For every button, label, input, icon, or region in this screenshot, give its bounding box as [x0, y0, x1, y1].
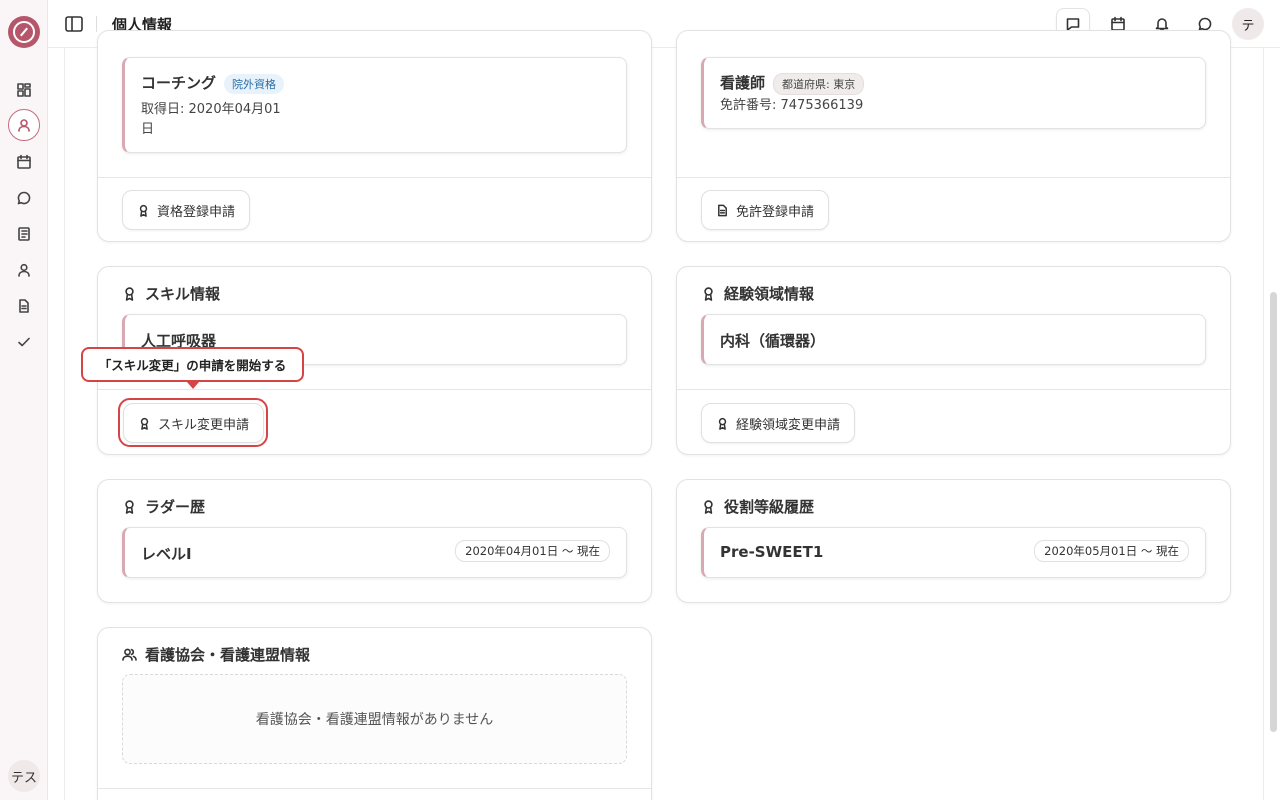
- role-item-title: Pre-SWEET1: [720, 543, 824, 561]
- skill-card-title-text: スキル情報: [145, 285, 221, 303]
- check-icon[interactable]: [12, 330, 36, 354]
- user-profile-icon[interactable]: [8, 109, 40, 141]
- user-badge[interactable]: テス: [8, 760, 40, 792]
- association-card-title: 看護協会・看護連盟情報: [122, 644, 310, 665]
- ladder-card-title: ラダー歴: [122, 496, 205, 517]
- license-number: 免許番号: 7475366139: [720, 98, 864, 113]
- award-icon: [704, 500, 713, 514]
- sidebar: テス: [0, 0, 48, 800]
- card-divider: [677, 389, 1230, 390]
- ladder-item-title: レベルI: [141, 545, 192, 563]
- book-icon[interactable]: [12, 222, 36, 246]
- sidebar-toggle-icon[interactable]: [62, 12, 86, 36]
- association-card-title-text: 看護協会・看護連盟情報: [145, 646, 311, 664]
- scrollbar[interactable]: [1270, 292, 1277, 732]
- award-icon: [125, 287, 134, 301]
- license-request-label: 免許登録申請: [736, 204, 815, 220]
- user-avatar[interactable]: テ: [1232, 8, 1264, 40]
- role-item: Pre-SWEET1 2020年05月01日 〜 現在: [701, 527, 1206, 578]
- license-item-title: 看護師 都道府県: 東京: [720, 72, 865, 95]
- card-divider: [98, 177, 651, 178]
- qualification-request-label: 資格登録申請: [157, 204, 236, 220]
- ladder-item: レベルI 2020年04月01日 〜 現在: [122, 527, 627, 578]
- experience-item: 内科（循環器）: [701, 314, 1206, 365]
- calendar-icon[interactable]: [12, 150, 36, 174]
- users-icon: [122, 648, 137, 661]
- license-card: 看護師 都道府県: 東京 免許番号: 7475366139 免許登録申請: [676, 30, 1231, 242]
- skill-change-tooltip: 「スキル変更」の申請を開始する: [81, 347, 304, 382]
- card-divider: [98, 389, 651, 390]
- file-text-icon: [718, 204, 727, 216]
- license-request-button[interactable]: 免許登録申請: [701, 190, 830, 230]
- app-logo[interactable]: [8, 16, 40, 48]
- document-icon[interactable]: [12, 294, 36, 318]
- card-divider: [677, 177, 1230, 178]
- experience-change-request-button[interactable]: 経験領域変更申請: [701, 403, 856, 443]
- qualification-card: コーチング 院外資格 取得日: 2020年04月01日 資格登録申請: [97, 30, 652, 242]
- role-card-title: 役割等級履歴: [701, 496, 814, 517]
- role-card: 役割等級履歴 Pre-SWEET1 2020年05月01日 〜 現在: [676, 479, 1231, 603]
- role-period: 2020年05月01日 〜 現在: [1034, 540, 1189, 562]
- skill-card-title: スキル情報: [122, 283, 220, 304]
- highlight-ring: [118, 398, 268, 447]
- award-icon: [704, 287, 713, 301]
- experience-card-title: 経験領域情報: [701, 283, 814, 304]
- qualification-item: コーチング 院外資格 取得日: 2020年04月01日: [122, 57, 627, 153]
- dashboard-icon[interactable]: [12, 78, 36, 102]
- qualification-date: 取得日: 2020年04月01日: [141, 102, 281, 137]
- chat-icon[interactable]: [12, 186, 36, 210]
- header-divider: [96, 16, 97, 32]
- card-divider: [98, 788, 651, 789]
- qualification-request-button[interactable]: 資格登録申請: [122, 190, 251, 230]
- license-name: 看護師: [720, 74, 766, 92]
- person-icon[interactable]: [12, 258, 36, 282]
- qualification-item-title: コーチング 院外資格: [141, 72, 285, 94]
- award-icon: [125, 500, 134, 514]
- role-card-title-text: 役割等級履歴: [724, 498, 815, 516]
- experience-item-title: 内科（循環器）: [720, 332, 826, 350]
- experience-change-request-label: 経験領域変更申請: [736, 417, 841, 433]
- license-item: 看護師 都道府県: 東京 免許番号: 7475366139: [701, 57, 1206, 129]
- ladder-period: 2020年04月01日 〜 現在: [455, 540, 610, 562]
- experience-card: 経験領域情報 内科（循環器） 経験領域変更申請: [676, 266, 1231, 455]
- association-card: 看護協会・看護連盟情報 看護協会・看護連盟情報がありません: [97, 627, 652, 800]
- qualification-badge: 院外資格: [224, 73, 285, 94]
- ladder-card-title-text: ラダー歴: [145, 498, 206, 516]
- association-empty-state: 看護協会・看護連盟情報がありません: [122, 674, 627, 764]
- ladder-card: ラダー歴 レベルI 2020年04月01日 〜 現在: [97, 479, 652, 603]
- award-icon: [139, 204, 148, 217]
- license-prefecture-badge: 都道府県: 東京: [773, 72, 865, 95]
- award-icon: [718, 417, 727, 430]
- experience-card-title-text: 経験領域情報: [724, 285, 815, 303]
- qualification-name: コーチング: [141, 74, 217, 92]
- tooltip-arrow: [187, 382, 199, 389]
